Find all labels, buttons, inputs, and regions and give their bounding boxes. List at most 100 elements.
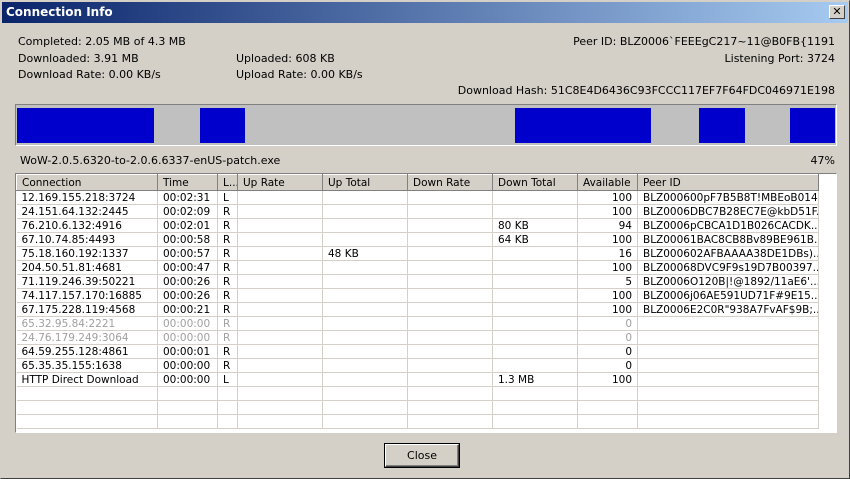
downloaded-piece-segment xyxy=(17,108,154,143)
close-icon[interactable]: ✕ xyxy=(829,5,845,19)
table-row[interactable]: 12.169.155.218:3724 00:02:31 L 100 BLZ000600… xyxy=(16,190,819,205)
table-row[interactable]: 65.32.95.84:2221 00:00:00 R 0 xyxy=(16,316,819,331)
table-row[interactable]: 65.35.35.155:1638 00:00:00 R 0 xyxy=(16,358,819,373)
table-cell xyxy=(237,316,323,331)
table-cell: 24.151.64.132:2445 xyxy=(16,204,158,219)
table-cell: 100 xyxy=(577,372,638,387)
table-cell: 100 xyxy=(577,232,638,247)
table-row[interactable]: 67.175.228.119:4568 00:00:21 R 100 BLZ0006E2… xyxy=(16,302,819,317)
close-button[interactable]: Close xyxy=(384,443,460,468)
column-header[interactable]: Time xyxy=(157,174,218,191)
column-header[interactable]: Down Rate xyxy=(407,174,493,191)
table-cell xyxy=(322,218,408,233)
table-cell: BLZ0006E2C0R"938A7FvAF$9B;... xyxy=(637,302,819,317)
table-cell: 94 xyxy=(577,218,638,233)
table-cell xyxy=(157,414,218,429)
table-cell xyxy=(322,386,408,401)
table-row[interactable]: 74.117.157.170:16885 00:00:26 R 100 BLZ0006j… xyxy=(16,288,819,303)
title-bar[interactable]: Connection Info ✕ xyxy=(2,2,848,23)
table-cell: R xyxy=(217,302,238,317)
column-header[interactable]: Up Rate xyxy=(237,174,323,191)
table-row xyxy=(16,400,819,415)
table-cell: 75.18.160.192:1337 xyxy=(16,246,158,261)
table-cell: 00:00:00 xyxy=(157,316,218,331)
table-row[interactable]: 24.151.64.132:2445 00:02:09 R 100 BLZ0006DBC… xyxy=(16,204,819,219)
table-cell: 65.35.35.155:1638 xyxy=(16,358,158,373)
table-cell xyxy=(637,414,819,429)
table-cell: 71.119.246.39:50221 xyxy=(16,274,158,289)
table-cell xyxy=(16,386,158,401)
listening-port-label: Listening Port: 3724 xyxy=(724,52,835,65)
table-row[interactable]: HTTP Direct Download 00:00:00 L 1.3 MB 100 xyxy=(16,372,819,387)
table-row[interactable]: 76.210.6.132:4916 00:02:01 R 80 KB 94 BLZ0006… xyxy=(16,218,819,233)
downloaded-piece-segment xyxy=(200,108,245,143)
column-header[interactable]: Available xyxy=(577,174,638,191)
table-cell: 100 xyxy=(577,288,638,303)
table-cell xyxy=(577,400,638,415)
table-cell xyxy=(157,386,218,401)
table-cell: 24.76.179.249:3064 xyxy=(16,330,158,345)
downloaded-piece-segment xyxy=(699,108,745,143)
table-cell: 0 xyxy=(577,330,638,345)
table-cell xyxy=(407,386,493,401)
column-header[interactable]: L... xyxy=(217,174,238,191)
upload-rate-label: Upload Rate: 0.00 KB/s xyxy=(236,68,363,81)
completed-label: Completed: 2.05 MB of 4.3 MB xyxy=(18,35,186,48)
column-header[interactable]: Down Total xyxy=(492,174,578,191)
table-cell xyxy=(407,246,493,261)
table-cell xyxy=(492,414,578,429)
table-cell xyxy=(492,288,578,303)
table-cell xyxy=(492,386,578,401)
table-cell: 100 xyxy=(577,190,638,205)
download-rate-label: Download Rate: 0.00 KB/s xyxy=(18,68,161,81)
table-cell: R xyxy=(217,232,238,247)
table-row[interactable]: 67.10.74.85:4493 00:00:58 R 64 KB 100 BLZ0006… xyxy=(16,232,819,247)
table-row[interactable]: 64.59.255.128:4861 00:00:01 R 0 xyxy=(16,344,819,359)
column-header[interactable]: Peer ID xyxy=(637,174,819,191)
table-cell: BLZ0006pCBCA1D1B026CACDK... xyxy=(637,218,819,233)
table-cell: BLZ00061BAC8CB8Bv89BE961B... xyxy=(637,232,819,247)
table-cell: 00:00:00 xyxy=(157,372,218,387)
table-cell xyxy=(237,330,323,345)
column-header[interactable]: Connection xyxy=(16,174,158,191)
column-header[interactable]: Up Total xyxy=(322,174,408,191)
peer-id-label: Peer ID: BLZ0006`FEEEgC217~11@B0FB{1191 xyxy=(573,35,835,48)
table-cell xyxy=(577,386,638,401)
table-cell xyxy=(237,288,323,303)
table-row[interactable]: 24.76.179.249:3064 00:00:00 R 0 xyxy=(16,330,819,345)
table-cell: 16 xyxy=(577,246,638,261)
table-cell xyxy=(16,400,158,415)
piece-progress-bar xyxy=(15,104,837,146)
table-cell xyxy=(492,204,578,219)
connections-table[interactable]: Connection Time L... Up Rate Up Total Down Ra… xyxy=(15,173,837,433)
table-cell: 100 xyxy=(577,204,638,219)
table-cell xyxy=(492,190,578,205)
table-row[interactable]: 204.50.51.81:4681 00:00:47 R 100 BLZ00068DVC… xyxy=(16,260,819,275)
table-cell: 64.59.255.128:4861 xyxy=(16,344,158,359)
table-cell: 00:00:00 xyxy=(157,358,218,373)
table-cell: 100 xyxy=(577,302,638,317)
downloaded-label: Downloaded: 3.91 MB xyxy=(18,52,139,65)
table-cell: 74.117.157.170:16885 xyxy=(16,288,158,303)
table-cell xyxy=(237,358,323,373)
connection-info-window: Connection Info ✕ Completed: 2.05 MB of … xyxy=(0,0,850,479)
table-cell xyxy=(322,414,408,429)
table-cell: 1.3 MB xyxy=(492,372,578,387)
table-cell xyxy=(322,400,408,415)
table-cell xyxy=(237,274,323,289)
table-cell: 5 xyxy=(577,274,638,289)
table-cell: 00:02:01 xyxy=(157,218,218,233)
table-cell: L xyxy=(217,372,238,387)
table-cell xyxy=(492,274,578,289)
table-cell xyxy=(407,372,493,387)
table-cell xyxy=(157,400,218,415)
table-cell: 80 KB xyxy=(492,218,578,233)
table-cell xyxy=(637,330,819,345)
table-cell xyxy=(407,302,493,317)
table-cell xyxy=(237,400,323,415)
table-cell: BLZ000600pF7B5B8T!MBEoB014... xyxy=(637,190,819,205)
table-row[interactable]: 75.18.160.192:1337 00:00:57 R 48 KB 16 BLZ000… xyxy=(16,246,819,261)
table-row[interactable]: 71.119.246.39:50221 00:00:26 R 5 BLZ0006O120… xyxy=(16,274,819,289)
table-cell: 100 xyxy=(577,260,638,275)
download-hash-label: Download Hash: 51C8E4D6436C93FCCC117EF7F… xyxy=(457,84,835,97)
